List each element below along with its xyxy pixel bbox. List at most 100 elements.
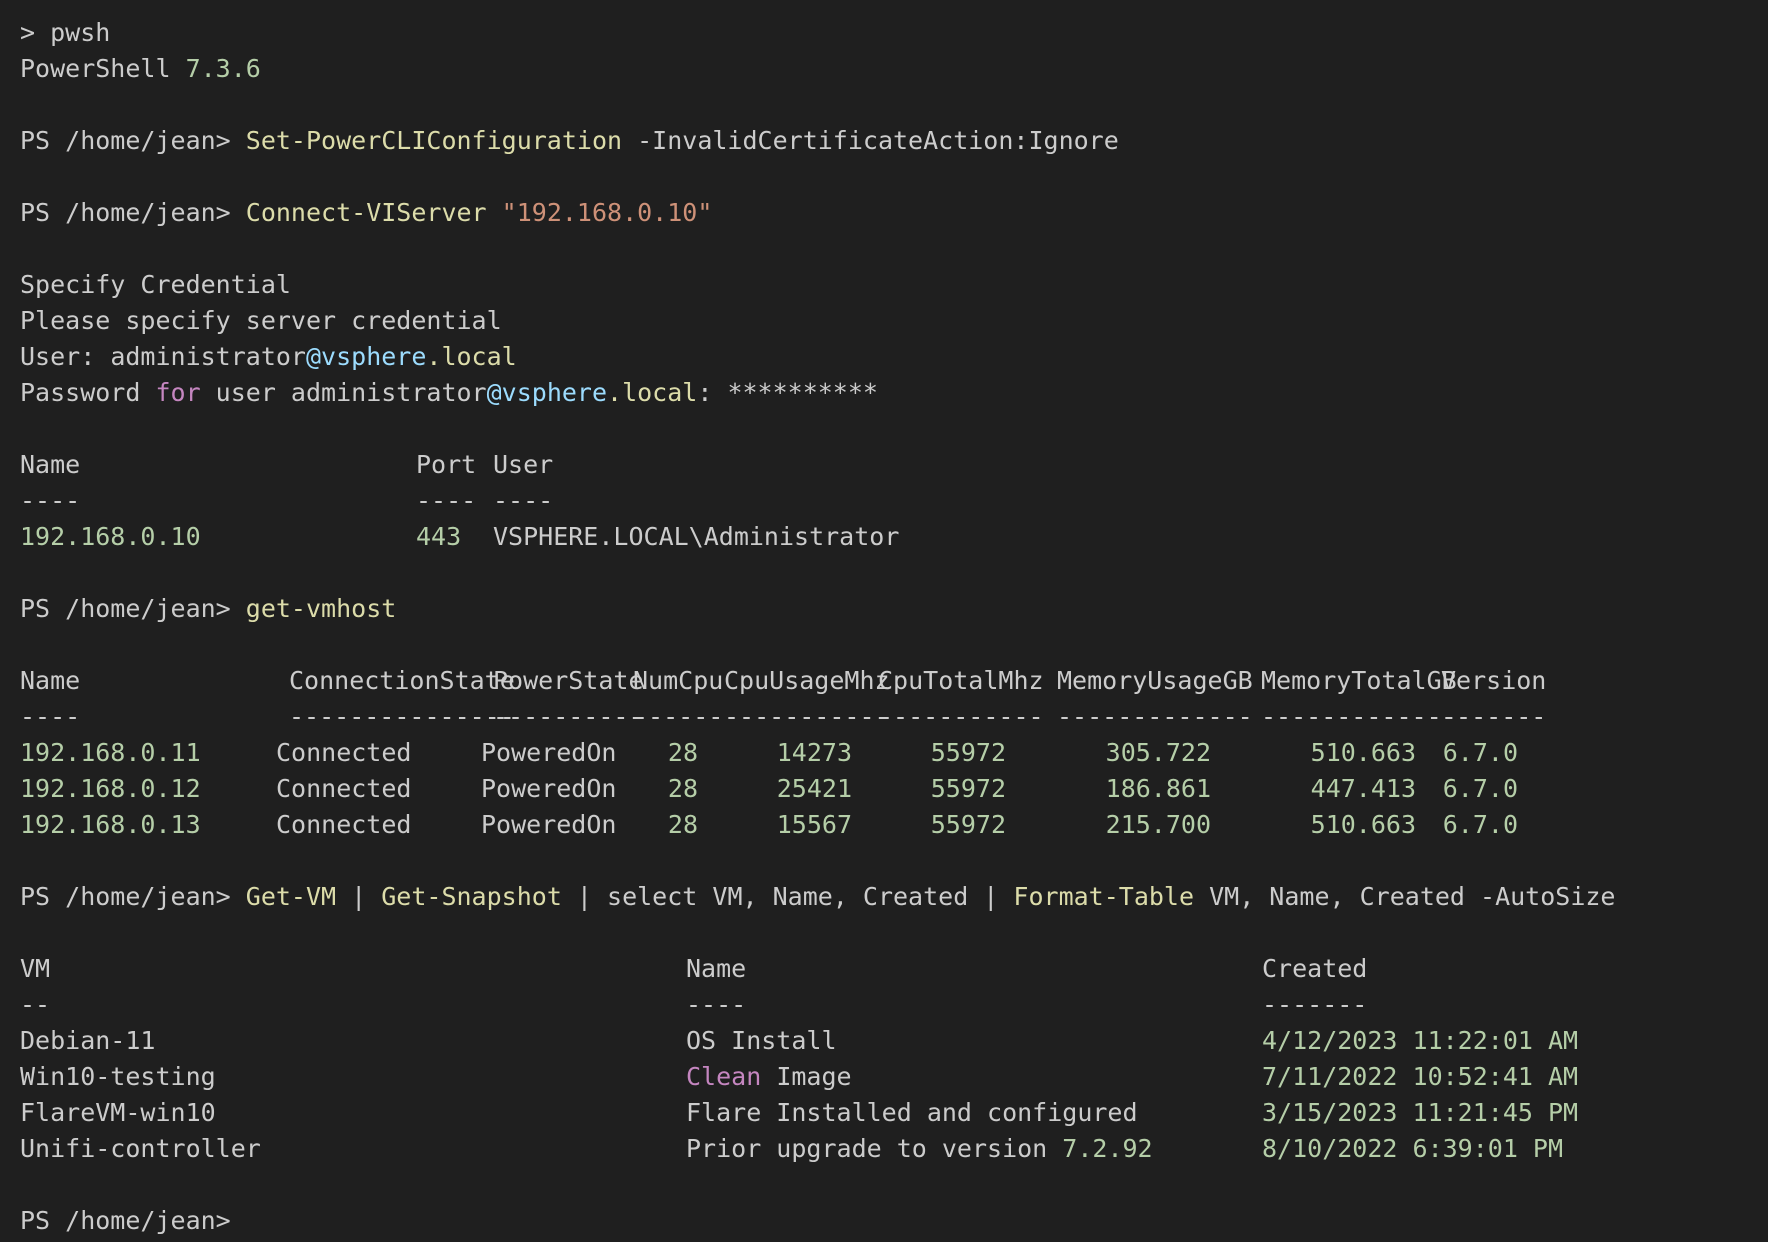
underline: ---- bbox=[686, 990, 747, 1019]
snapshot-table-header: VM Name Created bbox=[0, 951, 1768, 987]
underline: ------- bbox=[1441, 702, 1547, 731]
host-cpu-total: 55972 bbox=[930, 738, 1006, 767]
header-cpu-usage: CpuUsageMhz bbox=[724, 666, 890, 695]
underline: ------ bbox=[633, 702, 724, 731]
host-cpu-total: 55972 bbox=[930, 774, 1006, 803]
banner: PowerShell 7.3.6 bbox=[20, 54, 261, 83]
server-user: VSPHERE.LOCAL\Administrator bbox=[493, 522, 900, 551]
password-mask: ********** bbox=[727, 378, 878, 407]
cmdlet: Get-Snapshot bbox=[381, 882, 562, 911]
underline: ------- bbox=[1262, 990, 1368, 1019]
header-name: Name bbox=[20, 666, 81, 695]
launch-prompt: > pwsh bbox=[20, 18, 111, 47]
cmdlet: Connect-VIServer bbox=[245, 198, 487, 227]
snapshot-table-underline: -- ---- ------- bbox=[0, 987, 1768, 1023]
credential-message: Please specify server credential bbox=[0, 303, 1768, 339]
prompt: PS /home/jean> bbox=[20, 882, 246, 911]
vmhost-table-header: Name ConnectionState PowerState NumCpu C… bbox=[0, 663, 1768, 699]
cmdlet: Set-PowerCLIConfiguration bbox=[245, 126, 623, 155]
host-name: 192.168.0.13 bbox=[20, 810, 201, 839]
header-port: Port bbox=[416, 450, 477, 479]
host-version: 6.7.0 bbox=[1442, 738, 1518, 767]
underline: ---- bbox=[493, 486, 554, 515]
host-power-state: PoweredOn bbox=[481, 810, 617, 839]
host-num-cpu: 28 bbox=[667, 810, 698, 839]
underline: ------------- bbox=[1261, 702, 1457, 731]
cmdlet-args: -InvalidCertificateAction:Ignore bbox=[622, 126, 1119, 155]
host-connection-state: Connected bbox=[276, 774, 412, 803]
credential-password: Password for user administrator@vsphere.… bbox=[20, 378, 878, 407]
command-line: PS /home/jean> get-vmhost bbox=[0, 591, 1768, 627]
host-name: 192.168.0.11 bbox=[20, 738, 201, 767]
server-port: 443 bbox=[416, 522, 462, 551]
host-cpu-usage: 25421 bbox=[776, 774, 852, 803]
command-line: PS /home/jean> Connect-VIServer "192.168… bbox=[0, 195, 1768, 231]
host-connection-state: Connected bbox=[276, 738, 412, 767]
table-row: 192.168.0.11 Connected PoweredOn 28 1427… bbox=[0, 735, 1768, 771]
command-connect-viserver: PS /home/jean> Connect-VIServer "192.168… bbox=[20, 195, 712, 231]
command-line: PS /home/jean> Get-VM | Get-Snapshot | s… bbox=[0, 879, 1768, 915]
table-row: Debian-11 OS Install 4/12/2023 11:22:01 … bbox=[0, 1023, 1768, 1059]
host-mem-usage: 305.722 bbox=[1105, 738, 1211, 767]
banner-line: PowerShell 7.3.6 bbox=[0, 51, 1768, 87]
snapshot-name: Flare Installed and configured bbox=[686, 1098, 1138, 1127]
underline: ---- bbox=[416, 486, 477, 515]
host-cpu-usage: 14273 bbox=[776, 738, 852, 767]
underline: -- bbox=[20, 990, 51, 1019]
prompt: PS /home/jean> bbox=[20, 594, 246, 623]
snapshot-name: Prior upgrade to version 7.2.92 bbox=[686, 1134, 1153, 1163]
underline: ---------- bbox=[493, 702, 644, 731]
host-mem-total: 510.663 bbox=[1310, 810, 1416, 839]
host-mem-usage: 215.700 bbox=[1105, 810, 1211, 839]
command-line: PS /home/jean> Set-PowerCLIConfiguration… bbox=[0, 123, 1768, 159]
server-name: 192.168.0.10 bbox=[20, 522, 201, 551]
server-table-header: Name Port User bbox=[0, 447, 1768, 483]
table-row: 192.168.0.13 Connected PoweredOn 28 1556… bbox=[0, 807, 1768, 843]
host-mem-total: 447.413 bbox=[1310, 774, 1416, 803]
credential-user: User: administrator@vsphere.local bbox=[20, 342, 517, 371]
host-mem-total: 510.663 bbox=[1310, 738, 1416, 767]
prompt: PS /home/jean> bbox=[20, 198, 246, 227]
credential-password-line: Password for user administrator@vsphere.… bbox=[0, 375, 1768, 411]
header-cpu-total: CpuTotalMhz bbox=[878, 666, 1044, 695]
launch-line: > pwsh bbox=[0, 15, 1768, 51]
terminal-window[interactable]: > pwsh PowerShell 7.3.6 PS /home/jean> S… bbox=[0, 0, 1768, 1242]
cmdlet: Format-Table bbox=[1013, 882, 1195, 911]
underline: ---- bbox=[20, 486, 81, 515]
host-connection-state: Connected bbox=[276, 810, 412, 839]
snapshot-vm: Debian-11 bbox=[20, 1026, 156, 1055]
underline: --------------- bbox=[289, 702, 515, 731]
header-connection-state: ConnectionState bbox=[289, 666, 515, 695]
table-row: 192.168.0.10 443 VSPHERE.LOCAL\Administr… bbox=[0, 519, 1768, 555]
table-row: Unifi-controller Prior upgrade to versio… bbox=[0, 1131, 1768, 1167]
header-mem-usage: MemoryUsageGB bbox=[1057, 666, 1253, 695]
host-version: 6.7.0 bbox=[1442, 810, 1518, 839]
snapshot-name: OS Install bbox=[686, 1026, 837, 1055]
host-cpu-total: 55972 bbox=[930, 810, 1006, 839]
input-line[interactable]: PS /home/jean> bbox=[0, 1203, 1768, 1239]
prompt: PS /home/jean> bbox=[20, 126, 246, 155]
header-num-cpu: NumCpu bbox=[633, 666, 724, 695]
underline: ------------- bbox=[1057, 702, 1253, 731]
final-prompt[interactable]: PS /home/jean> bbox=[20, 1203, 246, 1239]
cmdlet: Get-VM bbox=[245, 882, 337, 911]
header-mem-total: MemoryTotalGB bbox=[1261, 666, 1457, 695]
underline: ----------- bbox=[878, 702, 1044, 731]
credential-user-line: User: administrator@vsphere.local bbox=[0, 339, 1768, 375]
credential-title: Specify Credential bbox=[0, 267, 1768, 303]
snapshot-vm: Win10-testing bbox=[20, 1062, 216, 1091]
snapshot-created: 4/12/2023 11:22:01 AM bbox=[1262, 1026, 1579, 1055]
header-power-state: PowerState bbox=[493, 666, 644, 695]
host-power-state: PoweredOn bbox=[481, 774, 617, 803]
header-created: Created bbox=[1262, 954, 1368, 983]
snapshot-created: 8/10/2022 6:39:01 PM bbox=[1262, 1134, 1564, 1163]
host-cpu-usage: 15567 bbox=[776, 810, 852, 839]
